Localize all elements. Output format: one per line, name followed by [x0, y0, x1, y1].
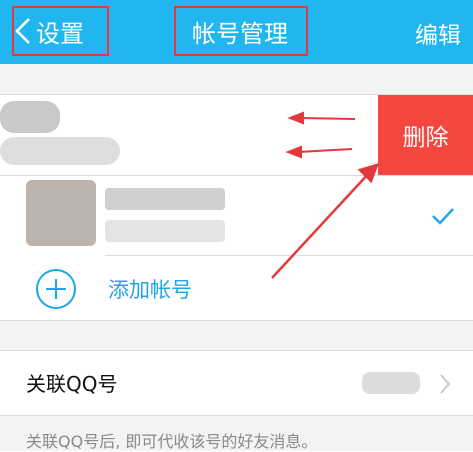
account-row-swiped[interactable] [0, 95, 378, 175]
section-gap-top [0, 64, 473, 94]
annotation-box-title [174, 6, 308, 56]
divider [105, 255, 473, 256]
add-circle-icon[interactable] [35, 268, 77, 310]
annotation-box-back [12, 6, 109, 56]
blurred-avatar [26, 180, 96, 246]
blurred-nickname [105, 188, 225, 210]
check-icon [432, 208, 454, 225]
blurred-avatar [0, 101, 60, 133]
section-gap-middle [0, 321, 473, 350]
linked-qq-label: 关联QQ号 [26, 372, 118, 396]
blurred-nickname [0, 137, 120, 165]
delete-button[interactable]: 删除 [378, 95, 473, 175]
blurred-account-number [105, 220, 225, 242]
edit-button[interactable]: 编辑 [415, 16, 461, 49]
add-account-button[interactable]: 添加帐号 [108, 274, 192, 304]
chevron-right-icon [440, 374, 451, 394]
linked-qq-note: 关联QQ号后, 即可代收该号的好友消息。 [26, 432, 318, 451]
blurred-linked-value [362, 372, 420, 394]
account-row-current[interactable] [0, 176, 473, 254]
divider [0, 415, 473, 416]
